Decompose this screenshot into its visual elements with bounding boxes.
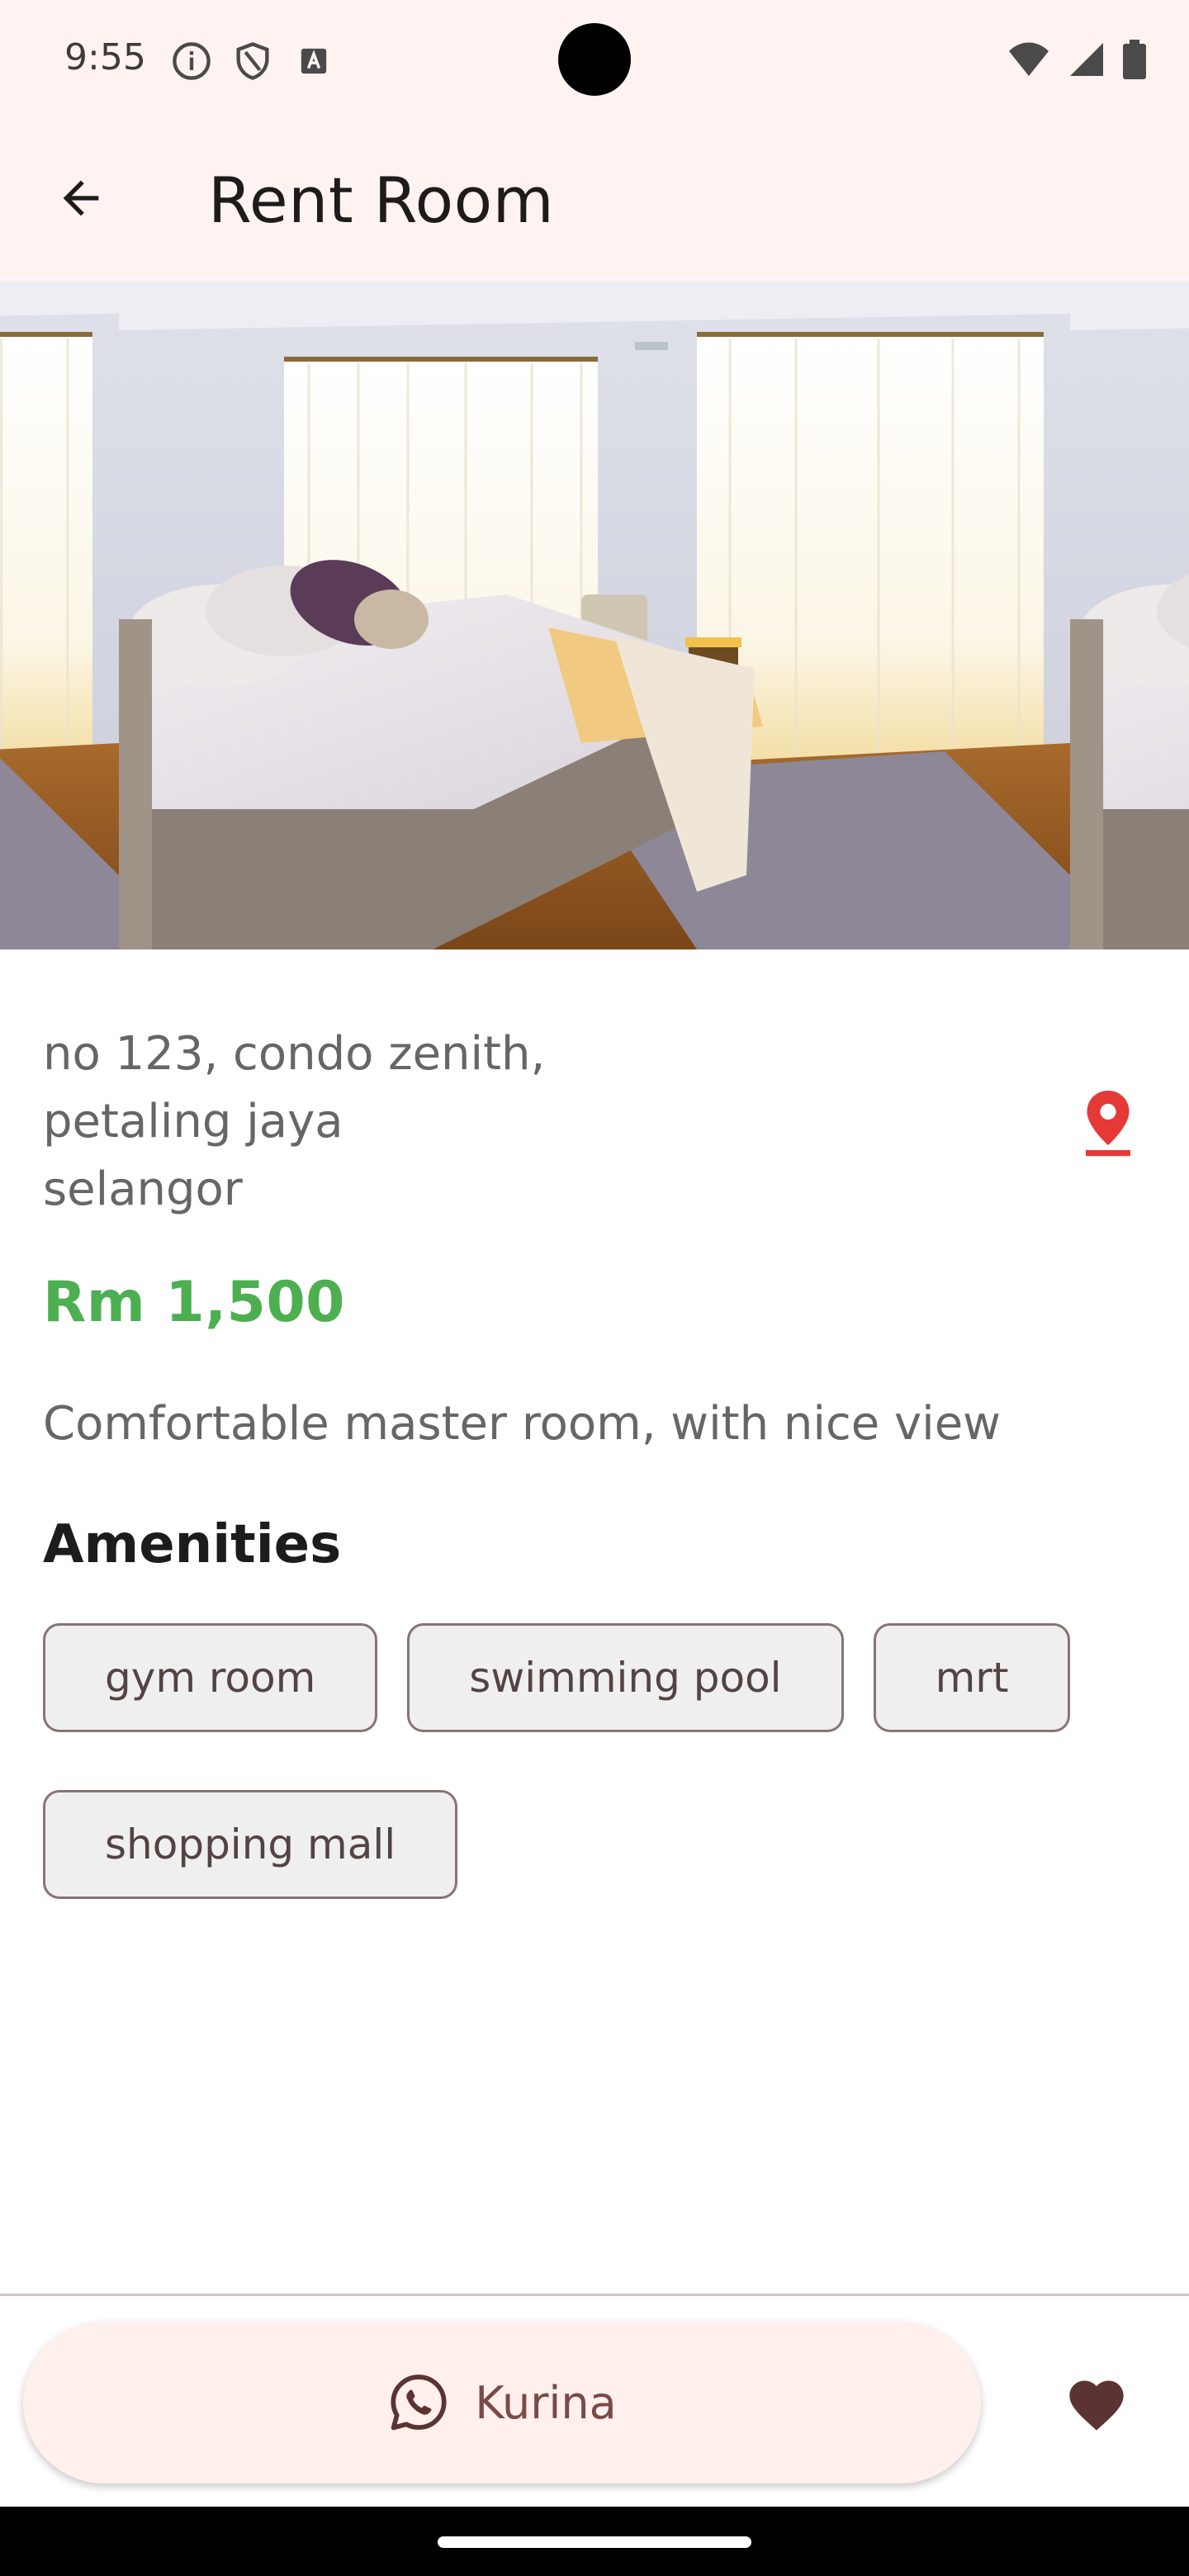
home-gesture-handle[interactable] bbox=[438, 2536, 751, 2548]
camera-cutout bbox=[558, 23, 631, 96]
carousel-image-previous[interactable] bbox=[0, 281, 119, 949]
shield-icon bbox=[236, 42, 269, 80]
battery-icon bbox=[1123, 40, 1146, 79]
keyboard-a-icon bbox=[301, 48, 327, 74]
amenity-chip-gym-room[interactable]: gym room bbox=[43, 1623, 378, 1732]
map-pin-icon bbox=[1086, 1091, 1130, 1157]
page-title: Rent Room bbox=[208, 163, 555, 237]
listing-description: Comfortable master room, with nice view bbox=[43, 1397, 1001, 1451]
arrow-left-icon bbox=[63, 180, 99, 216]
listing-price: Rm 1,500 bbox=[43, 1270, 345, 1335]
bedroom-photo bbox=[119, 281, 1070, 949]
carousel-image-next[interactable] bbox=[1070, 281, 1189, 949]
listing-address: no 123, condo zenith, petaling jaya sela… bbox=[43, 1020, 786, 1224]
cellular-signal-icon bbox=[1070, 43, 1103, 76]
status-system-icons bbox=[1007, 40, 1146, 79]
favorite-button[interactable] bbox=[1060, 2368, 1133, 2441]
address-line-2: petaling jaya bbox=[43, 1095, 343, 1148]
whatsapp-icon bbox=[391, 2375, 447, 2431]
address-line-3: selangor bbox=[43, 1163, 243, 1216]
back-button[interactable] bbox=[46, 163, 116, 233]
wifi-icon bbox=[1009, 42, 1049, 76]
amenities-chip-group: gym room swimming pool mrt shopping mall bbox=[43, 1623, 1149, 1899]
app-bar: Rent Room bbox=[0, 117, 1189, 281]
open-map-button[interactable] bbox=[1078, 1088, 1138, 1158]
amenity-chip-swimming-pool[interactable]: swimming pool bbox=[407, 1623, 844, 1732]
heart-icon bbox=[1069, 2380, 1124, 2431]
system-navigation-bar bbox=[0, 2507, 1189, 2576]
room-image-carousel[interactable] bbox=[0, 281, 1189, 949]
contact-name-label: Kurina bbox=[475, 2376, 617, 2429]
status-time: 9:55 bbox=[64, 36, 146, 78]
bottom-divider bbox=[0, 2294, 1189, 2296]
amenity-chip-mrt[interactable]: mrt bbox=[873, 1623, 1071, 1732]
amenities-heading: Amenities bbox=[43, 1514, 342, 1575]
status-notification-icons bbox=[170, 40, 335, 83]
whatsapp-contact-button[interactable]: Kurina bbox=[23, 2322, 981, 2484]
carousel-image-current[interactable] bbox=[119, 281, 1070, 949]
amenity-chip-shopping-mall[interactable]: shopping mall bbox=[43, 1790, 458, 1899]
status-bar: 9:55 bbox=[0, 0, 1189, 117]
info-icon bbox=[173, 42, 211, 80]
address-line-1: no 123, condo zenith, bbox=[43, 1027, 546, 1081]
